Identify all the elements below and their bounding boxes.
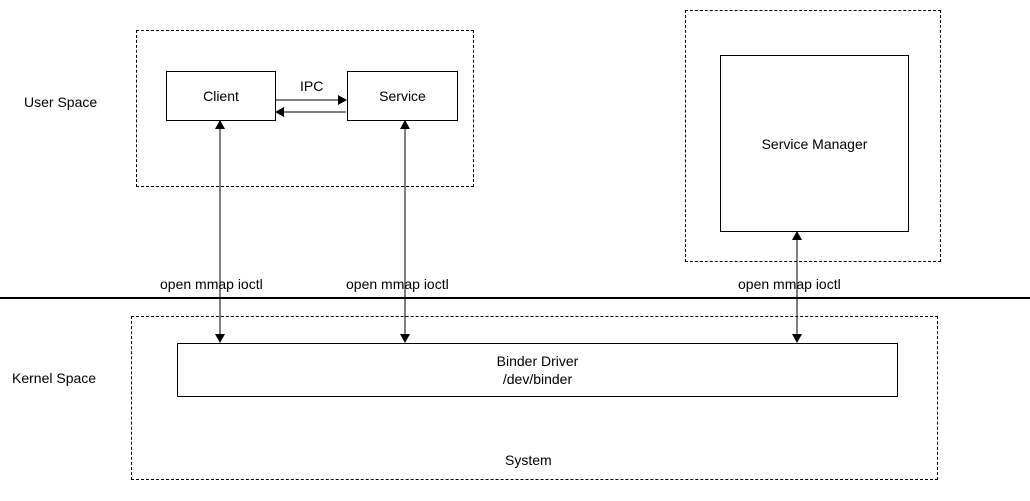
arrow-service-binder (398, 121, 412, 342)
syscalls-mgr-label: open mmap ioctl (738, 276, 841, 292)
service-manager-label: Service Manager (762, 136, 868, 152)
label-kernel-space: Kernel Space (12, 370, 96, 386)
binder-driver-box: Binder Driver /dev/binder (177, 343, 898, 397)
userspace-kernel-boundary (0, 297, 1030, 299)
syscalls-service-label: open mmap ioctl (346, 276, 449, 292)
service-label: Service (379, 88, 426, 104)
arrow-client-binder (213, 121, 227, 342)
binder-driver-path: /dev/binder (503, 370, 572, 388)
client-box: Client (166, 71, 276, 121)
service-manager-box: Service Manager (720, 55, 909, 232)
label-system: System (505, 452, 552, 468)
service-box: Service (347, 71, 458, 121)
binder-driver-title: Binder Driver (497, 352, 579, 370)
ipc-label: IPC (300, 78, 323, 94)
client-label: Client (203, 88, 239, 104)
syscalls-client-label: open mmap ioctl (160, 276, 263, 292)
diagram-stage: User Space Kernel Space Client Service I… (0, 0, 1030, 501)
label-user-space: User Space (24, 94, 97, 110)
